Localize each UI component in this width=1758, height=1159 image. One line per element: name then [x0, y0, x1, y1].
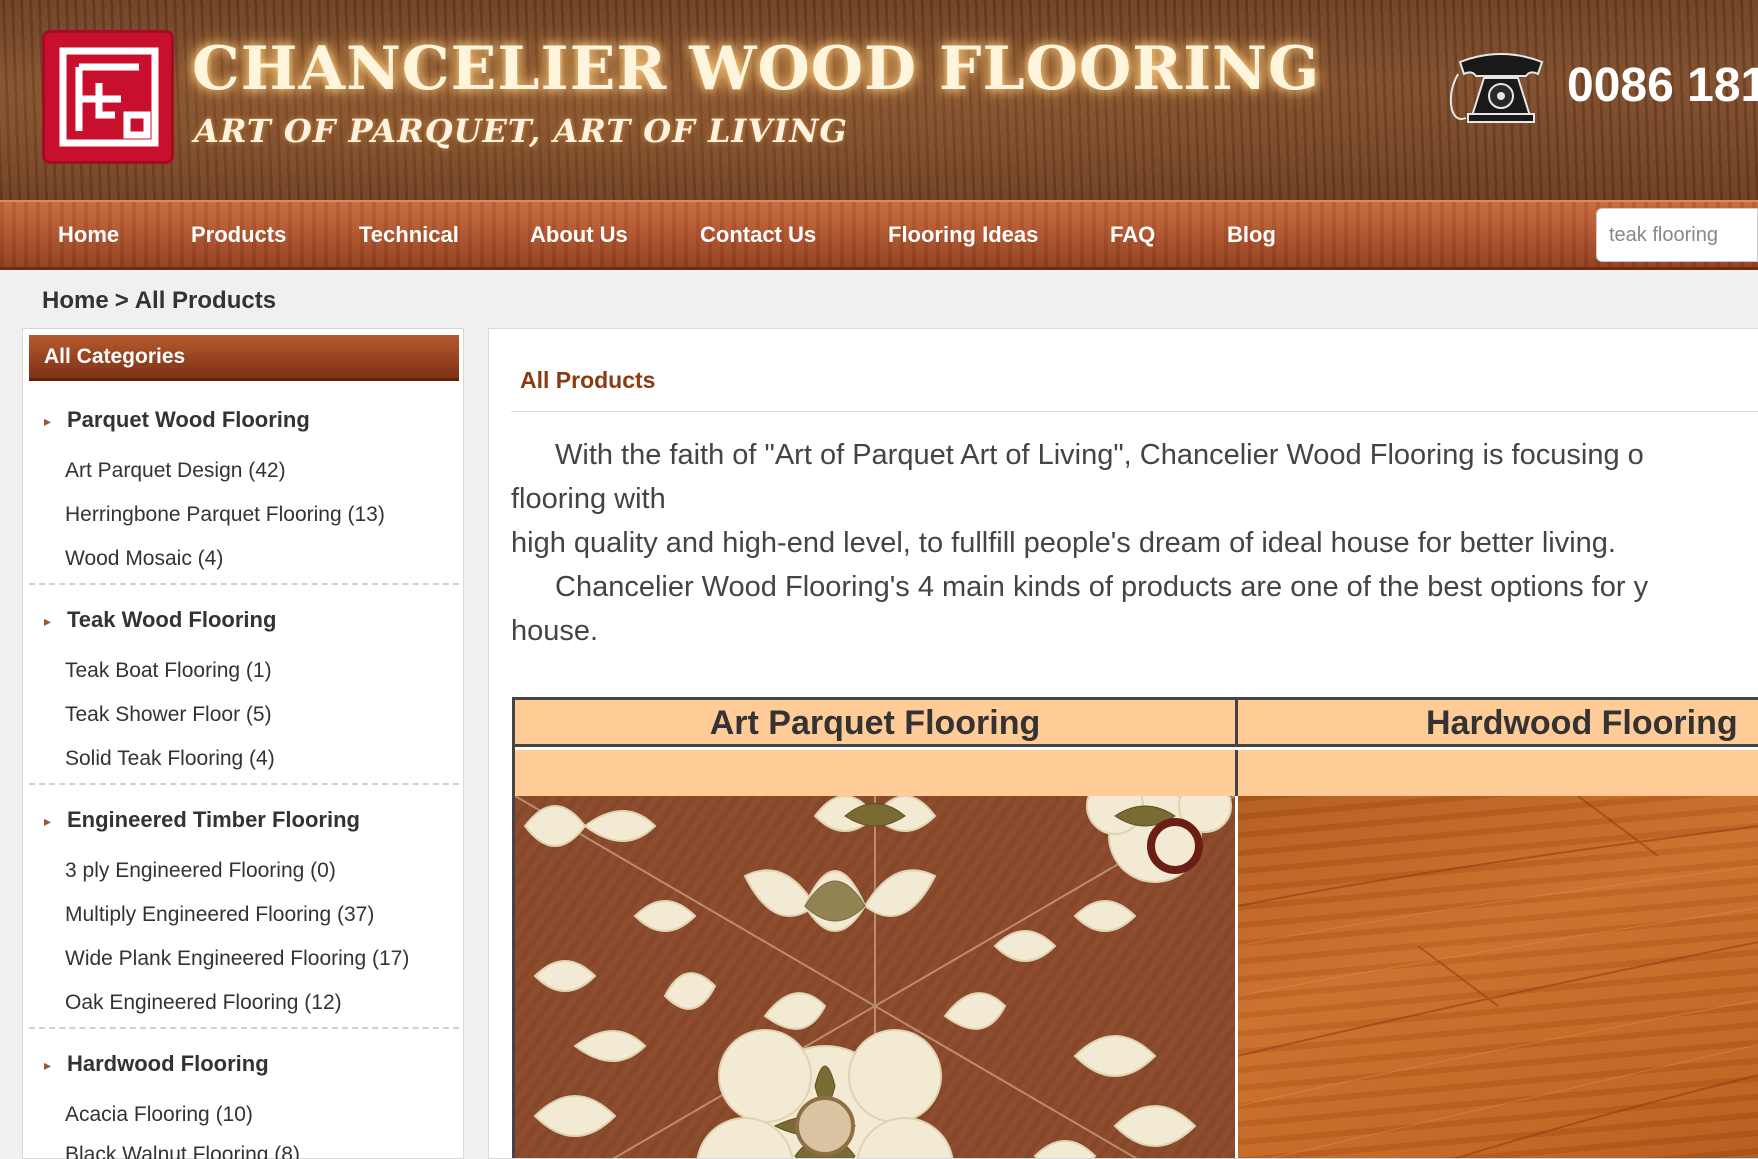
chevron-right-icon: ▸ — [44, 1056, 52, 1073]
nav-home[interactable]: Home — [58, 222, 119, 248]
categories-header: All Categories — [29, 335, 459, 381]
nav-products[interactable]: Products — [191, 222, 286, 248]
breadcrumb-home[interactable]: Home — [42, 287, 109, 314]
table-header-cell: Hardwood Flooring — [1238, 700, 1758, 747]
subcategory-link[interactable]: Wood Mosaic (4) — [65, 547, 223, 571]
subcategory-link[interactable]: Teak Shower Floor (5) — [65, 703, 272, 727]
table-spacer-cell — [515, 750, 1238, 796]
intro-line: With the faith of "Art of Parquet Art of… — [555, 439, 1644, 471]
nav-about-us[interactable]: About Us — [530, 222, 628, 248]
breadcrumb-separator: > — [114, 287, 129, 314]
logo-icon[interactable] — [42, 30, 174, 164]
category-title: Teak Wood Flooring — [67, 607, 277, 632]
intro-line: flooring with — [511, 483, 666, 515]
product-heading-art-parquet[interactable]: Art Parquet Flooring — [515, 704, 1235, 743]
brand-subtitle: ART OF PARQUET, ART OF LIVING — [194, 112, 848, 150]
category-engineered-timber-flooring[interactable]: ▸ Engineered Timber Flooring — [29, 807, 360, 833]
nav-technical[interactable]: Technical — [359, 222, 459, 248]
category-parquet-wood-flooring[interactable]: ▸ Parquet Wood Flooring — [29, 407, 310, 433]
nav-contact-us[interactable]: Contact Us — [700, 222, 816, 248]
subcategory-link[interactable]: Solid Teak Flooring (4) — [65, 747, 275, 771]
main-content: All Products With the faith of "Art of P… — [488, 328, 1758, 1159]
subcategory-link[interactable]: Multiply Engineered Flooring (37) — [65, 903, 374, 927]
product-heading-hardwood[interactable]: Hardwood Flooring — [1426, 704, 1738, 743]
page-title: All Products — [520, 367, 656, 393]
nav-faq[interactable]: FAQ — [1110, 222, 1155, 248]
phone-number[interactable]: 0086 181 — [1567, 58, 1758, 113]
nav-flooring-ideas[interactable]: Flooring Ideas — [888, 222, 1038, 248]
intro-line: Chancelier Wood Flooring's 4 main kinds … — [555, 571, 1649, 603]
telephone-icon — [1449, 53, 1544, 123]
category-title: Hardwood Flooring — [67, 1051, 269, 1076]
category-title: Engineered Timber Flooring — [67, 807, 360, 832]
table-header-cell: Art Parquet Flooring — [515, 700, 1238, 747]
category-sidebar: All Categories ▸ Parquet Wood Flooring Ar… — [22, 328, 464, 1159]
subcategory-link[interactable]: Oak Engineered Flooring (12) — [65, 991, 342, 1015]
site-header: CHANCELIER WOOD FLOORING ART OF PARQUET,… — [0, 0, 1758, 200]
hardwood-flooring-image[interactable] — [1238, 796, 1758, 1158]
chevron-right-icon: ▸ — [44, 412, 52, 429]
search-box — [1596, 208, 1758, 262]
subcategory-link[interactable]: Teak Boat Flooring (1) — [65, 659, 272, 683]
category-teak-wood-flooring[interactable]: ▸ Teak Wood Flooring — [29, 607, 276, 633]
chevron-right-icon: ▸ — [44, 612, 52, 629]
art-parquet-image[interactable] — [515, 796, 1235, 1158]
subcategory-link[interactable]: Herringbone Parquet Flooring (13) — [65, 503, 385, 527]
breadcrumb-current: All Products — [134, 287, 277, 314]
brand-title: CHANCELIER WOOD FLOORING — [192, 34, 1321, 104]
chevron-right-icon: ▸ — [44, 812, 52, 829]
category-title: Parquet Wood Flooring — [67, 407, 310, 432]
subcategory-link[interactable]: 3 ply Engineered Flooring (0) — [65, 859, 336, 883]
subcategory-link[interactable]: Art Parquet Design (42) — [65, 459, 286, 483]
divider — [29, 783, 459, 785]
table-spacer-cell — [1238, 750, 1758, 796]
category-hardwood-flooring[interactable]: ▸ Hardwood Flooring — [29, 1051, 269, 1077]
product-table: Art Parquet Flooring Hardwood Flooring — [512, 697, 1758, 1158]
nav-blog[interactable]: Blog — [1227, 222, 1276, 248]
intro-line: house. — [511, 615, 599, 647]
search-input[interactable] — [1597, 209, 1757, 261]
intro-line: high quality and high-end level, to full… — [511, 527, 1616, 559]
main-nav: Home Products Technical About Us Contact… — [0, 200, 1758, 270]
intro-text: With the faith of "Art of Parquet Art of… — [511, 433, 1758, 653]
categories-header-label: All Categories — [44, 345, 186, 368]
subcategory-link[interactable]: Black Walnut Flooring (8) — [65, 1143, 300, 1159]
divider — [29, 1027, 459, 1029]
divider — [511, 411, 1758, 412]
breadcrumb: Home > All Products — [42, 287, 276, 315]
subcategory-link[interactable]: Wide Plank Engineered Flooring (17) — [65, 947, 409, 971]
subcategory-link[interactable]: Acacia Flooring (10) — [65, 1103, 253, 1127]
divider — [29, 583, 459, 585]
